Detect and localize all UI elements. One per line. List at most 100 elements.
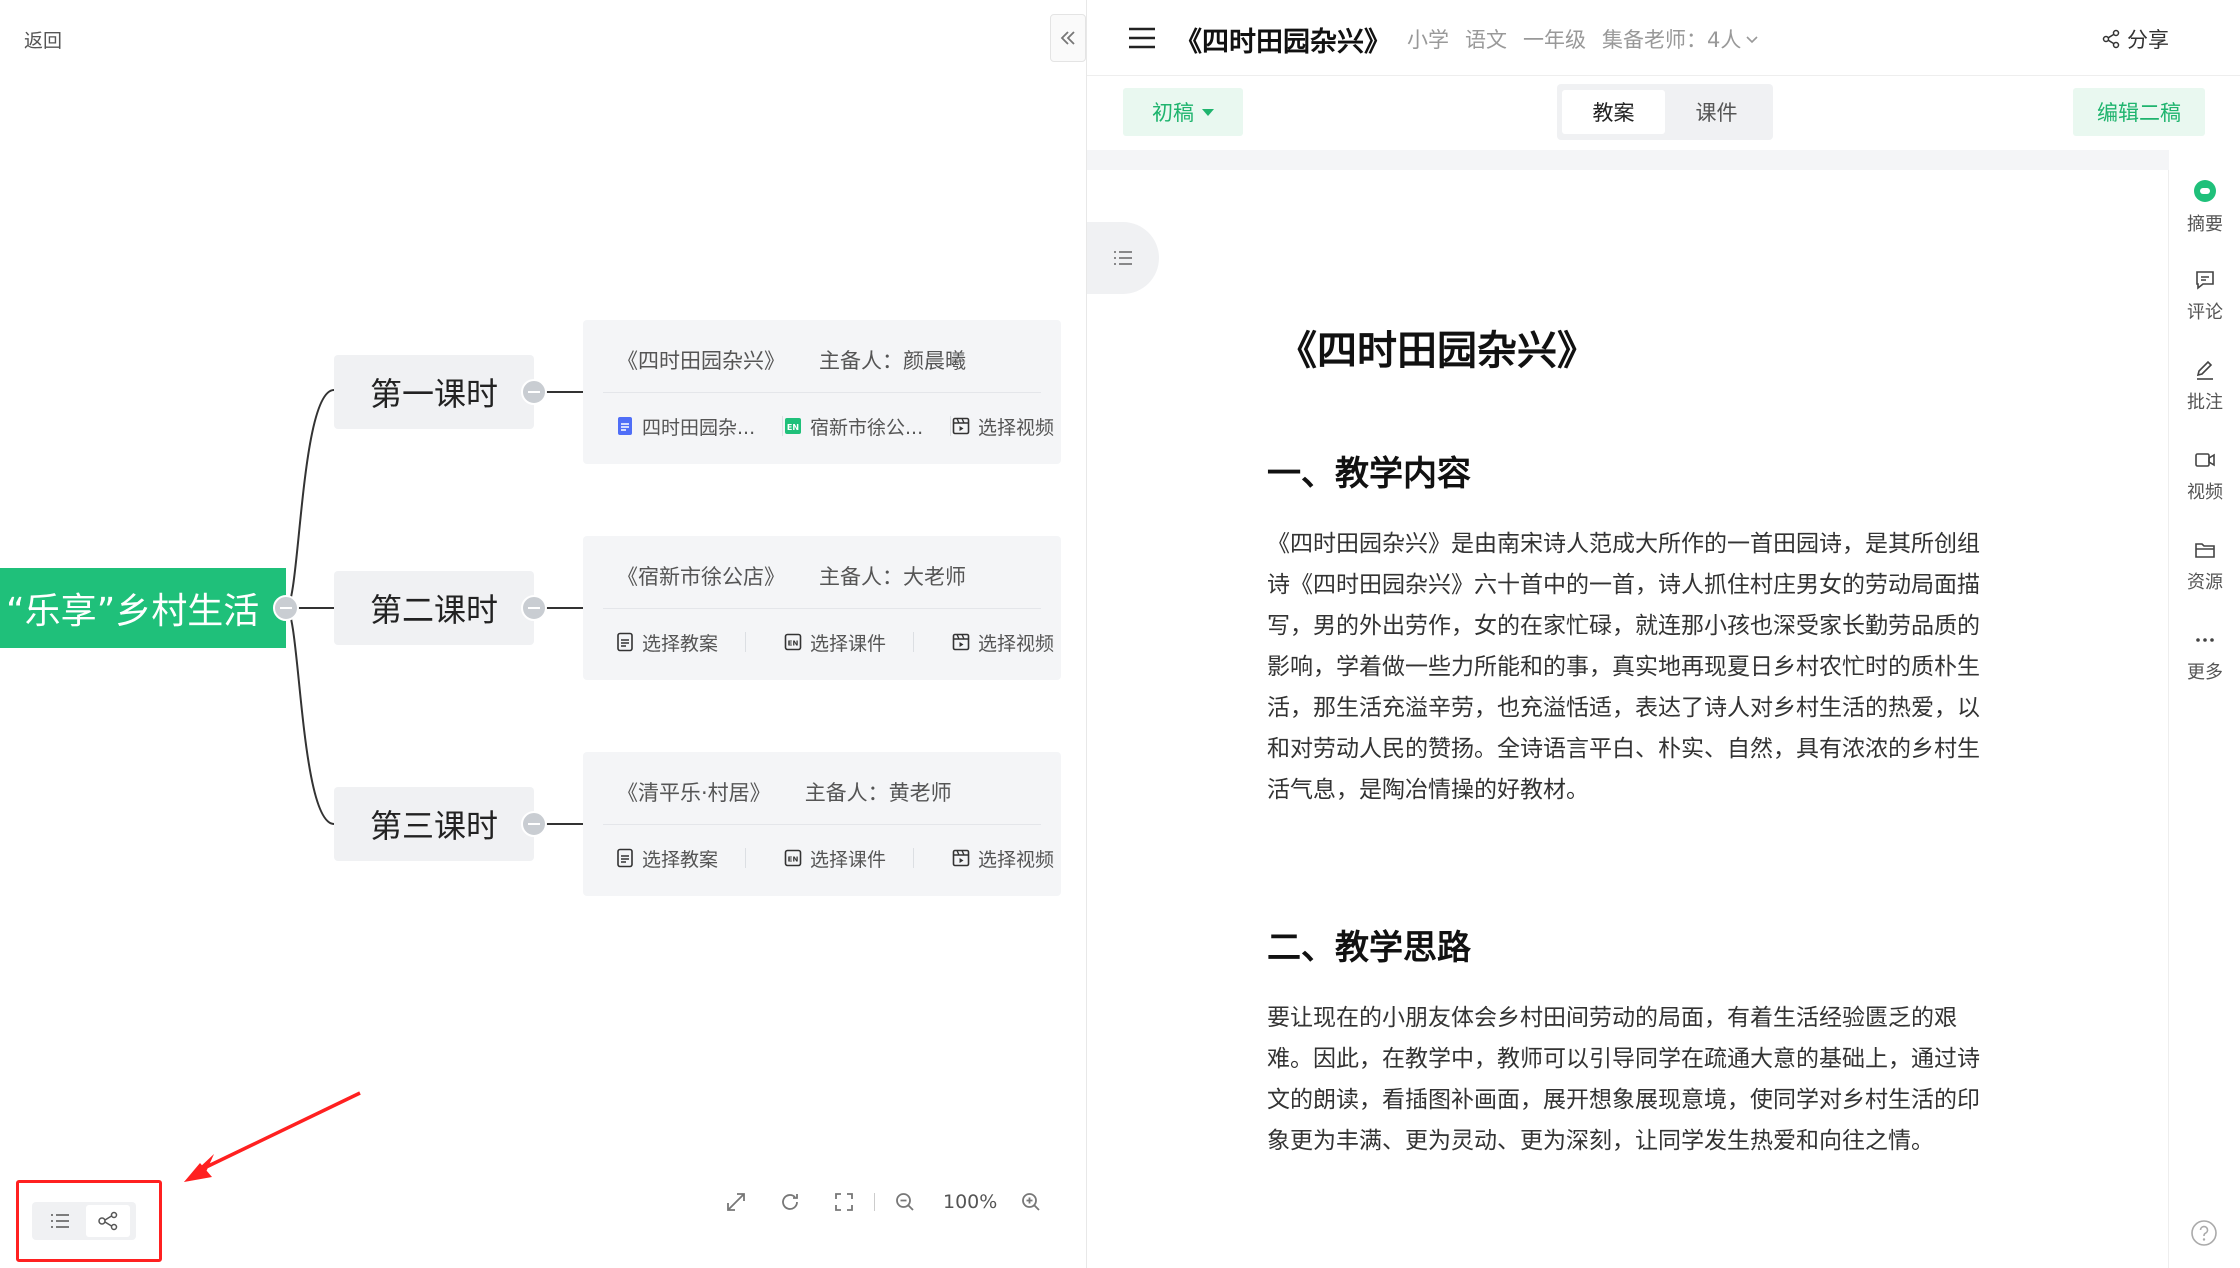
side-action-summary[interactable]: 摘要 — [2169, 178, 2240, 236]
meta-teachers[interactable]: 集备老师：4人 — [1602, 24, 1759, 54]
resource-video[interactable]: 选择视频 — [951, 840, 1054, 876]
side-action-more[interactable]: 更多 — [2169, 628, 2240, 684]
doc-heading: 《四时田园杂兴》 — [1277, 328, 1597, 374]
card-title[interactable]: 《宿新市徐公店》 — [617, 561, 785, 591]
tab-lesson-plan[interactable]: 教案 — [1562, 90, 1665, 134]
doc-tabs: 教案 课件 — [1557, 84, 1773, 140]
card-divider — [603, 392, 1041, 393]
card-owner: 主备人：颜晨曦 — [819, 349, 966, 373]
summary-icon — [2194, 180, 2216, 202]
refresh-icon — [782, 1194, 798, 1210]
resource-divider — [913, 632, 915, 652]
lesson-card-3: 《清平乐·村居》 主备人：黄老师 选择教案 EN 选择课件 选择视频 — [583, 752, 1061, 896]
side-action-resource[interactable]: 资源 — [2169, 538, 2240, 594]
resource-lesson-plan[interactable]: 选择教案 — [615, 624, 747, 660]
doc-outline-button[interactable] — [1087, 222, 1159, 294]
doc-subbar: 初稿 教案 课件 编辑二稿 — [1087, 76, 2240, 150]
doc-outline-icon — [615, 632, 635, 652]
resource-label: 宿新市徐公... — [810, 416, 924, 439]
help-icon[interactable] — [2189, 1218, 2219, 1248]
caret-down-icon — [1202, 108, 1214, 116]
resource-lesson-plan[interactable]: 选择教案 — [615, 840, 747, 876]
video-outline-icon — [951, 416, 971, 436]
zoom-out-icon — [896, 1193, 914, 1211]
reset-button[interactable] — [774, 1186, 806, 1218]
resource-courseware[interactable]: EN 宿新市徐公... — [783, 408, 952, 444]
draft-version-select[interactable]: 初稿 — [1123, 88, 1243, 136]
edit-second-draft-button[interactable]: 编辑二稿 — [2073, 88, 2205, 136]
svg-text:EN: EN — [787, 423, 799, 432]
ppt-outline-icon: EN — [783, 632, 803, 652]
mindmap-panel: 返回 “乐享”乡村生活 第一课时 《四时田园杂兴》 主备人：颜晨曦 四时田园杂.… — [0, 0, 1086, 1268]
resource-courseware[interactable]: EN 选择课件 — [783, 624, 915, 660]
resource-divider — [745, 848, 747, 868]
resource-label: 选择视频 — [978, 632, 1055, 655]
doc-title: 《四时田园杂兴》 — [1175, 27, 1391, 58]
resource-label: 选择教案 — [642, 848, 719, 871]
lesson-card-2: 《宿新市徐公店》 主备人：大老师 选择教案 EN 选择课件 选择视频 — [583, 536, 1061, 680]
ppt-green-icon: EN — [783, 416, 803, 436]
doc-header: 《四时田园杂兴》 小学 语文 一年级 集备老师：4人 分享 — [1087, 0, 2240, 76]
annotation-arrow — [184, 1091, 361, 1182]
side-action-label: 批注 — [2187, 392, 2223, 413]
card-title[interactable]: 《清平乐·村居》 — [617, 777, 771, 807]
section-body: 《四时田园杂兴》是由南宋诗人范成大所作的一首田园诗，是其所创组诗《四时田园杂兴》… — [1267, 531, 1980, 803]
resource-lesson-plan[interactable]: 四时田园杂... — [615, 408, 784, 444]
card-owner: 主备人：黄老师 — [804, 781, 952, 805]
doc-outline-icon — [615, 848, 635, 868]
minus-icon — [528, 607, 540, 609]
fullscreen-icon — [835, 1193, 853, 1211]
meta-grade: 一年级 — [1523, 28, 1586, 52]
tab-courseware[interactable]: 课件 — [1665, 90, 1768, 134]
doc-meta: 小学 语文 一年级 集备老师：4人 — [1407, 24, 1759, 54]
meta-subject: 语文 — [1465, 28, 1507, 52]
doc-blue-icon — [615, 416, 635, 436]
minus-icon — [528, 391, 540, 393]
resource-courseware[interactable]: EN 选择课件 — [783, 840, 915, 876]
svg-text:EN: EN — [788, 640, 799, 648]
video-icon — [2195, 453, 2215, 467]
resource-label: 选择课件 — [810, 848, 887, 871]
resource-label: 选择课件 — [810, 632, 887, 655]
folder-icon — [2195, 543, 2215, 558]
resource-label: 选择视频 — [978, 416, 1055, 439]
card-divider — [603, 608, 1041, 609]
share-label: 分享 — [2127, 28, 2169, 52]
zoom-level: 100% — [943, 1191, 998, 1213]
resource-video[interactable]: 选择视频 — [951, 624, 1054, 660]
side-action-label: 更多 — [2187, 662, 2223, 683]
side-action-label: 资源 — [2187, 572, 2223, 593]
side-action-label: 视频 — [2187, 482, 2223, 503]
lesson-1-collapse-toggle[interactable] — [521, 379, 547, 405]
toolbar-divider — [874, 1193, 875, 1211]
chevron-down-icon — [1746, 36, 1758, 44]
app-root: 返回 “乐享”乡村生活 第一课时 《四时田园杂兴》 主备人：颜晨曦 四时田园杂.… — [0, 0, 2240, 1268]
card-title[interactable]: 《四时田园杂兴》 — [617, 345, 785, 375]
video-outline-icon — [951, 632, 971, 652]
lesson-2-collapse-toggle[interactable] — [521, 595, 547, 621]
resource-video[interactable]: 选择视频 — [951, 408, 1054, 444]
mindmap-toolbar: 100% — [720, 1186, 1069, 1218]
card-header: 《清平乐·村居》 主备人：黄老师 — [617, 774, 952, 810]
fullscreen-button[interactable] — [828, 1186, 860, 1218]
card-owner: 主备人：大老师 — [819, 565, 966, 589]
lesson-3-collapse-toggle[interactable] — [521, 811, 547, 837]
side-action-label: 评论 — [2187, 302, 2223, 323]
doc-top-strip — [1087, 150, 2169, 170]
resource-label: 选择教案 — [642, 632, 719, 655]
expand-button[interactable] — [720, 1186, 752, 1218]
menu-button[interactable] — [1127, 24, 1157, 52]
zoom-out-button[interactable] — [889, 1186, 921, 1218]
side-action-video[interactable]: 视频 — [2169, 448, 2240, 504]
hamburger-icon — [1129, 27, 1155, 49]
side-action-label: 摘要 — [2187, 214, 2223, 235]
annotate-icon — [2196, 360, 2213, 380]
side-action-annotate[interactable]: 批注 — [2169, 358, 2240, 414]
resource-label: 四时田园杂... — [642, 416, 756, 439]
share-button[interactable]: 分享 — [2101, 24, 2169, 54]
zoom-in-button[interactable] — [1015, 1186, 1047, 1218]
side-action-comment[interactable]: 评论 — [2169, 268, 2240, 324]
side-action-bar: 摘要 评论 批注 视频 资源 更多 — [2168, 170, 2240, 1268]
minus-icon — [528, 823, 540, 825]
ppt-outline-icon: EN — [783, 848, 803, 868]
